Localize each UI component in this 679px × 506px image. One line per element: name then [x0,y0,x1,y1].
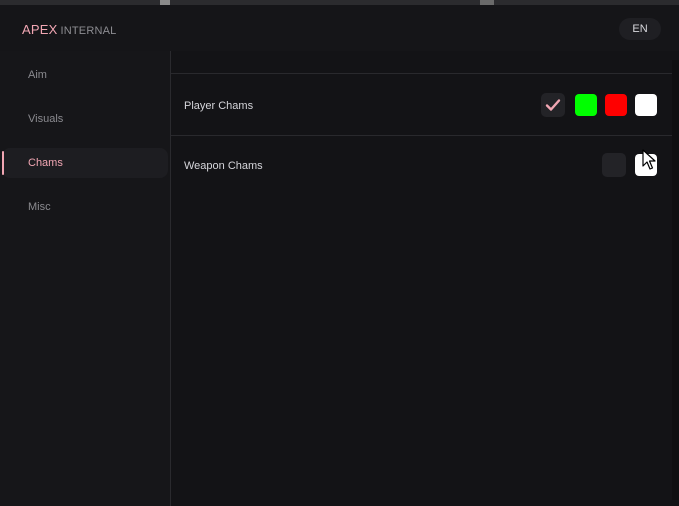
player-chams-label: Player Chams [184,100,254,112]
sidebar-item-label: Misc [28,201,51,213]
sidebar-item-label: Visuals [28,113,64,125]
header-bar: APEX INTERNAL EN [0,5,679,51]
brand-name-accent: APEX [22,22,58,37]
sidebar-item-label: Chams [28,157,63,169]
sidebar-item-chams[interactable]: Chams [2,148,168,178]
app-window: APEX INTERNAL EN Aim Visuals Chams Misc P… [0,0,679,506]
sidebar: Aim Visuals Chams Misc [0,51,171,506]
scrollbar[interactable] [672,60,679,500]
sidebar-item-label: Aim [28,69,47,81]
row-divider [171,135,672,136]
weapon-chams-label: Weapon Chams [184,160,263,172]
player-chams-visible-color-swatch[interactable] [575,94,597,116]
brand-logo: APEX INTERNAL [22,22,116,37]
player-chams-extra-color-swatch[interactable] [635,94,657,116]
sidebar-item-visuals[interactable]: Visuals [2,104,168,134]
main-content [171,51,672,506]
sidebar-item-aim[interactable]: Aim [2,60,168,90]
checkmark-icon [545,99,561,111]
brand-name-rest: INTERNAL [60,25,117,37]
mouse-cursor-icon [642,149,656,170]
player-chams-hidden-color-swatch[interactable] [605,94,627,116]
language-button[interactable]: EN [619,18,661,40]
row-divider [171,73,672,74]
weapon-chams-checkbox[interactable] [602,153,626,177]
player-chams-checkbox[interactable] [541,93,565,117]
sidebar-item-misc[interactable]: Misc [2,192,168,222]
